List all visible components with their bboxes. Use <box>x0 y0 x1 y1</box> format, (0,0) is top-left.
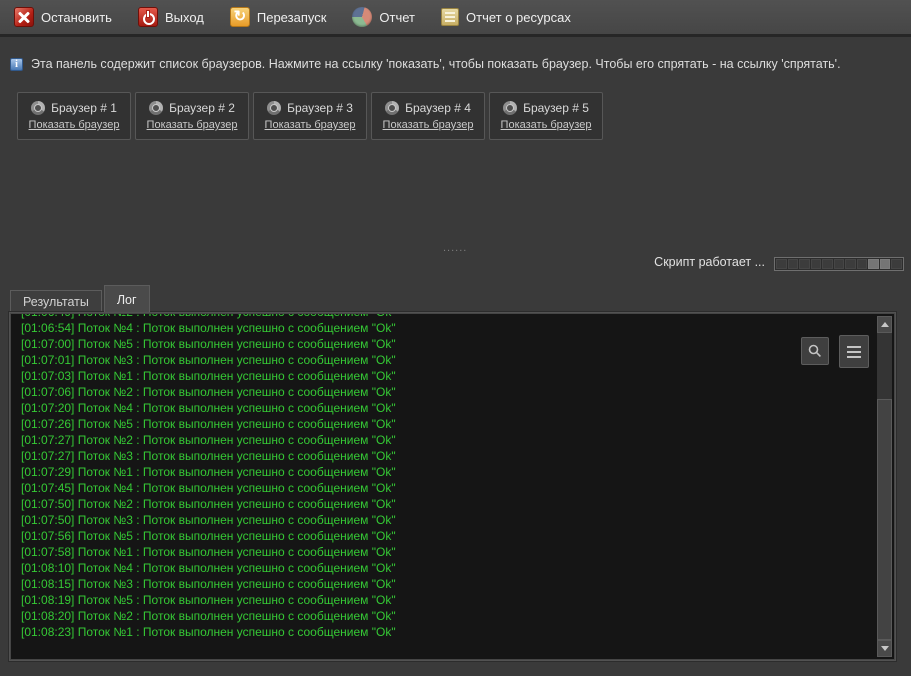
log-menu-button[interactable] <box>839 335 869 368</box>
progress-segment <box>845 259 856 269</box>
log-tab-panel: [01:06:49] Поток №2 : Поток выполнен усп… <box>8 311 897 662</box>
progress-segment <box>857 259 868 269</box>
browser-title-label: Браузер # 3 <box>287 101 353 115</box>
browser-icon <box>31 101 45 115</box>
browser-card-list: Браузер # 1 Показать браузер Браузер # 2 По… <box>17 92 607 140</box>
log-line: [01:08:19] Поток №5 : Поток выполнен усп… <box>21 592 877 608</box>
toolbar-button-stop[interactable]: Остановить <box>6 3 124 31</box>
browser-card: Браузер # 5 Показать браузер <box>489 92 603 140</box>
show-browser-link[interactable]: Показать браузер <box>29 119 120 131</box>
progress-segment-active <box>868 259 879 269</box>
browser-icon <box>385 101 399 115</box>
browser-title-label: Браузер # 2 <box>169 101 235 115</box>
log-line: [01:07:27] Поток №3 : Поток выполнен усп… <box>21 448 877 464</box>
search-icon <box>808 344 822 358</box>
log-line: [01:08:10] Поток №4 : Поток выполнен усп… <box>21 560 877 576</box>
progress-segment <box>776 259 787 269</box>
browser-card: Браузер # 3 Показать браузер <box>253 92 367 140</box>
browser-icon <box>503 101 517 115</box>
arrow-up-icon <box>881 322 889 327</box>
log-search-button[interactable] <box>801 337 829 365</box>
info-icon: i <box>10 58 23 71</box>
browser-icon <box>267 101 281 115</box>
resource-report-icon <box>441 8 459 26</box>
progress-segment <box>822 259 833 269</box>
info-text: Эта панель содержит список браузеров. На… <box>31 57 841 71</box>
log-line: [01:07:27] Поток №2 : Поток выполнен усп… <box>21 432 877 448</box>
browser-title-label: Браузер # 5 <box>523 101 589 115</box>
progress-segment-active <box>880 259 891 269</box>
stop-icon <box>14 7 34 27</box>
script-status-label: Скрипт работает ... <box>654 255 765 269</box>
log-line: [01:07:50] Поток №3 : Поток выполнен усп… <box>21 512 877 528</box>
app-window: { "toolbar": { "buttons": [ { "label": "… <box>0 0 911 676</box>
log-line: [01:07:20] Поток №4 : Поток выполнен усп… <box>21 400 877 416</box>
log-line: [01:07:00] Поток №5 : Поток выполнен усп… <box>21 336 877 352</box>
tab-log[interactable]: Лог <box>104 285 150 312</box>
log-text: [01:06:49] Поток №2 : Поток выполнен усп… <box>11 314 877 659</box>
progress-segment <box>811 259 822 269</box>
browser-icon <box>149 101 163 115</box>
restart-icon: ↻ <box>230 7 250 27</box>
log-line: [01:08:23] Поток №1 : Поток выполнен усп… <box>21 624 877 640</box>
info-bar: i Эта панель содержит список браузеров. … <box>10 57 841 71</box>
toolbar-button-label: Отчет <box>379 10 415 25</box>
progress-segment <box>834 259 845 269</box>
toolbar-button-label: Выход <box>165 10 204 25</box>
log-line: [01:07:03] Поток №1 : Поток выполнен усп… <box>21 368 877 384</box>
log-line: [01:07:26] Поток №5 : Поток выполнен усп… <box>21 416 877 432</box>
browser-card-title: Браузер # 1 <box>31 101 117 115</box>
browser-card-title: Браузер # 5 <box>503 101 589 115</box>
browser-card-title: Браузер # 2 <box>149 101 235 115</box>
show-browser-link[interactable]: Показать браузер <box>383 119 474 131</box>
browser-card: Браузер # 4 Показать браузер <box>371 92 485 140</box>
browser-title-label: Браузер # 1 <box>51 101 117 115</box>
show-browser-link[interactable]: Показать браузер <box>501 119 592 131</box>
log-line: [01:07:45] Поток №4 : Поток выполнен усп… <box>21 480 877 496</box>
log-line: [01:06:54] Поток №4 : Поток выполнен усп… <box>21 320 877 336</box>
log-line: [01:08:20] Поток №2 : Поток выполнен усп… <box>21 608 877 624</box>
arrow-down-icon <box>881 646 889 651</box>
scroll-down-button[interactable] <box>877 640 892 657</box>
toolbar-button-exit-power[interactable]: Выход <box>130 3 216 31</box>
log-line: [01:07:01] Поток №3 : Поток выполнен усп… <box>21 352 877 368</box>
toolbar-button-label: Отчет о ресурсах <box>466 10 571 25</box>
exit-power-icon <box>138 7 158 27</box>
report-pie-icon <box>352 7 372 27</box>
log-line: [01:07:29] Поток №1 : Поток выполнен усп… <box>21 464 877 480</box>
log-line: [01:07:56] Поток №5 : Поток выполнен усп… <box>21 528 877 544</box>
browser-card-title: Браузер # 3 <box>267 101 353 115</box>
browser-card: Браузер # 2 Показать браузер <box>135 92 249 140</box>
scroll-up-button[interactable] <box>877 316 892 333</box>
progress-bar <box>774 257 904 271</box>
browser-card-title: Браузер # 4 <box>385 101 471 115</box>
progress-segment <box>799 259 810 269</box>
log-line: [01:07:50] Поток №2 : Поток выполнен усп… <box>21 496 877 512</box>
menu-icon <box>847 346 861 348</box>
tab-bar: РезультатыЛог <box>10 285 152 312</box>
progress-segment <box>788 259 799 269</box>
log-line: [01:08:15] Поток №3 : Поток выполнен усп… <box>21 576 877 592</box>
toolbar-button-resource-report[interactable]: Отчет о ресурсах <box>433 4 583 30</box>
toolbar-button-label: Остановить <box>41 10 112 25</box>
show-browser-link[interactable]: Показать браузер <box>265 119 356 131</box>
toolbar-button-report-pie[interactable]: Отчет <box>344 3 427 31</box>
toolbar: Остановить Выход ↻ Перезапуск Отчет Отчет о р… <box>0 0 911 37</box>
toolbar-button-restart[interactable]: ↻ Перезапуск <box>222 3 339 31</box>
progress-segment <box>891 259 902 269</box>
splitter-grip: ...... <box>443 242 467 254</box>
log-line: [01:07:06] Поток №2 : Поток выполнен усп… <box>21 384 877 400</box>
browser-title-label: Браузер # 4 <box>405 101 471 115</box>
toolbar-button-label: Перезапуск <box>257 10 327 25</box>
log-scrollbar[interactable] <box>877 316 892 657</box>
show-browser-link[interactable]: Показать браузер <box>147 119 238 131</box>
browser-card: Браузер # 1 Показать браузер <box>17 92 131 140</box>
log-area: [01:06:49] Поток №2 : Поток выполнен усп… <box>11 314 894 659</box>
tab-results[interactable]: Результаты <box>10 290 102 312</box>
scrollbar-thumb[interactable] <box>877 399 892 640</box>
log-line: [01:07:58] Поток №1 : Поток выполнен усп… <box>21 544 877 560</box>
